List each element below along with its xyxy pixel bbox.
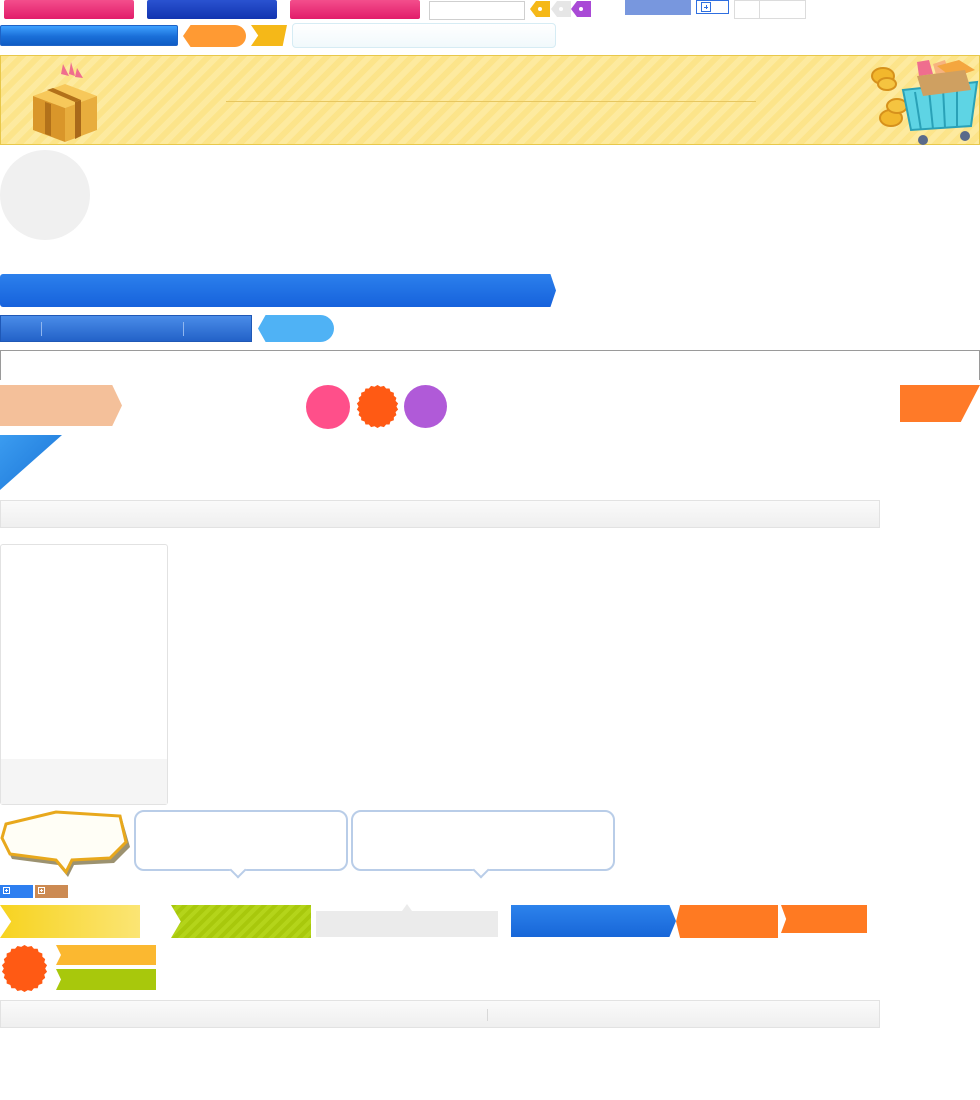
empty-text-field[interactable] <box>292 23 556 48</box>
green-flag-banner <box>171 905 311 938</box>
orange-starburst-badge-2 <box>1 945 48 992</box>
price-tag-icon <box>551 1 571 17</box>
blue-segmented-tabs[interactable] <box>0 315 252 342</box>
shopping-cart-icon <box>871 60 979 145</box>
pink-ribbon-label <box>4 0 134 19</box>
speech-bubble-text <box>144 820 334 860</box>
orange-flag-button[interactable] <box>781 905 867 933</box>
blue-title-bar <box>0 274 556 307</box>
speech-bubble-icon <box>0 810 130 877</box>
orange-arrow-button[interactable] <box>676 905 778 938</box>
avatar <box>0 150 90 240</box>
blue-gloss-label <box>1 26 177 45</box>
yellow-flag-label <box>0 905 140 938</box>
yellow-flag-banner <box>0 905 140 938</box>
orange-starburst-badge <box>356 385 399 428</box>
outlined-section <box>0 350 980 380</box>
search-input-value <box>430 2 524 19</box>
blue-title-label <box>0 274 556 307</box>
plus-icon <box>38 887 45 894</box>
orange-small-ribbon <box>56 945 156 965</box>
segment-divider <box>759 1 760 18</box>
side-panel <box>0 544 168 805</box>
gift-box-icon <box>33 62 97 142</box>
banner-title <box>226 86 756 100</box>
purple-circle-badge <box>404 385 447 428</box>
segmented-control[interactable] <box>734 0 806 19</box>
tag-dot <box>538 7 542 11</box>
speech-bubble-2 <box>351 810 615 879</box>
blue-arrow-label <box>511 905 676 937</box>
tab-divider <box>183 322 184 336</box>
plus-box-icon <box>701 2 711 12</box>
orange-pill-label <box>183 25 246 47</box>
blue-add-button[interactable] <box>0 885 33 898</box>
orange-arrow-label <box>676 905 778 938</box>
brown-add-button[interactable] <box>35 885 68 898</box>
orange-corner-ribbon <box>900 385 980 422</box>
tab-pointer <box>402 904 412 911</box>
green-small-ribbon <box>56 969 156 990</box>
bottom-toolbar <box>0 1000 880 1028</box>
orange-flag-label <box>781 905 867 933</box>
search-input[interactable] <box>429 1 525 20</box>
price-tag-icon <box>571 1 591 17</box>
tag-dot <box>559 7 563 11</box>
price-tag-icon <box>530 1 550 17</box>
blue-ribbon-label <box>147 0 277 19</box>
gray-toolbar <box>0 500 880 528</box>
expand-button[interactable] <box>696 0 729 14</box>
speech-bubble-tail <box>472 861 490 879</box>
tab-divider <box>41 322 42 336</box>
light-blue-pill-button[interactable] <box>258 315 334 342</box>
promo-banner <box>0 55 980 145</box>
pink-ribbon-label-2 <box>290 0 420 19</box>
blue-gloss-bar[interactable] <box>0 25 178 46</box>
speech-bubble-text-2 <box>361 820 601 860</box>
plus-icon <box>3 887 10 894</box>
blue-flat-button[interactable] <box>625 0 691 15</box>
toolbar-divider <box>487 1009 488 1021</box>
pink-ribbon-button[interactable] <box>4 0 134 19</box>
speech-bubble <box>134 810 348 879</box>
light-blue-pill-label <box>258 315 334 342</box>
pink-ribbon-button-2[interactable] <box>290 0 420 19</box>
peach-arrow-banner <box>0 385 122 426</box>
blue-arrow-button[interactable] <box>511 905 676 937</box>
pink-circle-badge <box>306 385 350 429</box>
gray-tab-panel <box>316 904 498 937</box>
speech-bubble-tail <box>229 861 247 879</box>
yellow-flag <box>251 25 287 46</box>
orange-pill-button[interactable] <box>183 25 246 47</box>
banner-divider <box>226 101 756 102</box>
panel-footer <box>1 759 167 804</box>
blue-ribbon-button[interactable] <box>147 0 277 19</box>
green-flag-label <box>171 905 311 938</box>
tag-dot <box>579 7 583 11</box>
blue-corner-triangle <box>0 435 62 490</box>
